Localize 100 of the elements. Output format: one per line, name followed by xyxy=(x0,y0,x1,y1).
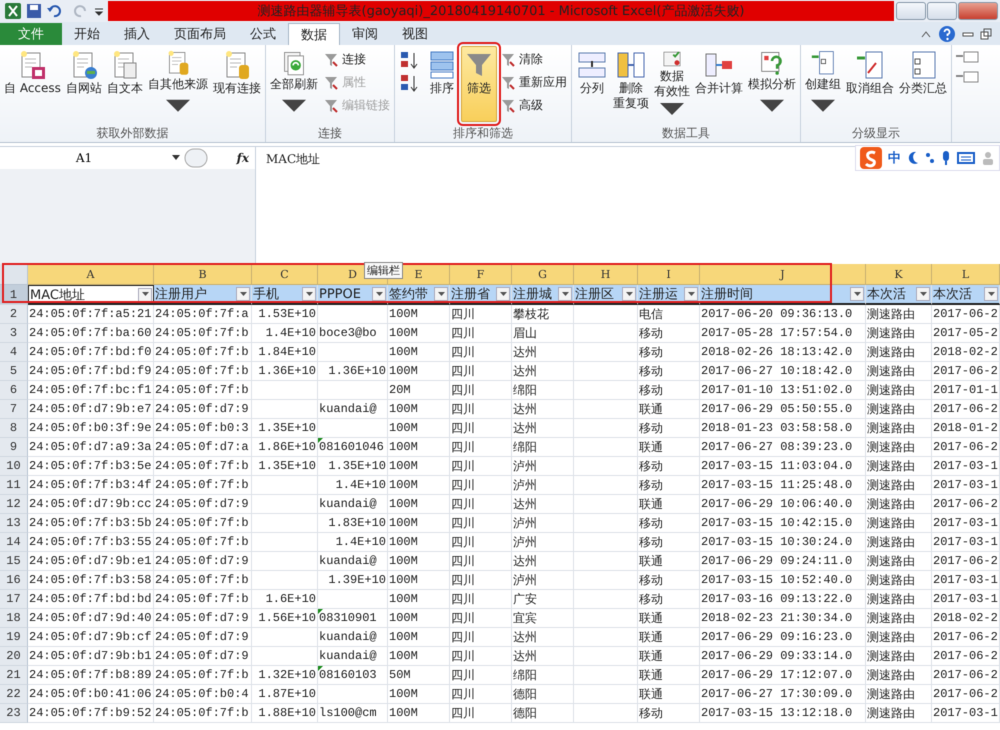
minimize-button[interactable] xyxy=(896,2,926,20)
row-header[interactable]: 11 xyxy=(0,476,28,495)
column-header[interactable]: C xyxy=(252,264,318,285)
header-cell[interactable]: PPPOE xyxy=(318,285,388,305)
divider-handle-icon[interactable] xyxy=(184,148,208,168)
table-cell: 2017-06-2 xyxy=(932,362,1000,381)
column-header[interactable]: J xyxy=(700,264,866,285)
ribbon-button[interactable]: 排序 xyxy=(424,46,460,122)
column-header[interactable]: B xyxy=(154,264,252,285)
collapse-ribbon-icon[interactable] xyxy=(920,29,932,39)
ribbon-button[interactable]: 现有连接 xyxy=(210,46,263,122)
ribbon-button[interactable]: 重新应用 xyxy=(498,72,569,93)
ribbon-button[interactable]: 连接 xyxy=(320,49,392,70)
ribbon-button[interactable]: 自网站 xyxy=(64,46,104,122)
ribbon-button[interactable]: 数据 有效性 xyxy=(652,46,692,122)
row-header[interactable]: 21 xyxy=(0,666,28,685)
header-cell[interactable]: 注册区 xyxy=(574,285,638,305)
row-header[interactable]: 19 xyxy=(0,628,28,647)
row-header[interactable]: 18 xyxy=(0,609,28,628)
column-header[interactable]: K xyxy=(866,264,932,285)
save-icon[interactable] xyxy=(26,3,42,19)
ribbon-button[interactable]: 删除 重复项 xyxy=(610,46,651,122)
row-header[interactable]: 9 xyxy=(0,438,28,457)
filter-dropdown[interactable] xyxy=(138,288,152,302)
ribbon-tab[interactable]: 数据 xyxy=(288,23,340,45)
row-header[interactable]: 4 xyxy=(0,343,28,362)
row-header[interactable]: 3 xyxy=(0,324,28,343)
keyboard-icon[interactable] xyxy=(957,152,975,164)
ime-mode[interactable]: 中 xyxy=(888,149,901,167)
header-cell[interactable]: 注册时间 xyxy=(700,285,866,305)
row-header[interactable]: 6 xyxy=(0,381,28,400)
filter-dropdown[interactable] xyxy=(850,287,864,301)
header-cell[interactable]: 签约带 xyxy=(388,285,450,305)
ribbon-tab[interactable]: 开始 xyxy=(62,23,112,45)
ribbon-tab[interactable]: 审阅 xyxy=(340,23,390,45)
ribbon-tab[interactable]: 公式 xyxy=(238,23,288,45)
row-header[interactable]: 8 xyxy=(0,419,28,438)
filter-dropdown[interactable] xyxy=(684,287,698,301)
column-header[interactable]: G xyxy=(512,264,574,285)
ribbon-button[interactable]: 分类汇总 xyxy=(896,46,949,99)
ribbon-button[interactable]: 合并计算 xyxy=(692,46,745,122)
header-cell[interactable]: 本次活 xyxy=(866,285,932,305)
ribbon-button[interactable]: 自其他来源 xyxy=(146,46,210,122)
ribbon-button[interactable]: 高级 xyxy=(498,95,569,116)
column-header[interactable]: I xyxy=(638,264,700,285)
filter-dropdown[interactable] xyxy=(916,287,930,301)
insert-function-button[interactable]: fx xyxy=(236,151,255,165)
row-header[interactable]: 12 xyxy=(0,495,28,514)
row-header[interactable]: 23 xyxy=(0,704,28,723)
column-header[interactable]: L xyxy=(932,264,1000,285)
column-title: 本次活 xyxy=(933,286,973,303)
row-header[interactable]: 15 xyxy=(0,552,28,571)
ribbon-button[interactable]: 分列 xyxy=(574,46,610,122)
row-header[interactable]: 10 xyxy=(0,457,28,476)
row-header[interactable]: 17 xyxy=(0,590,28,609)
ribbon-tab[interactable]: 视图 xyxy=(390,23,440,45)
restore-icon[interactable] xyxy=(980,28,992,40)
ribbon-button[interactable]: 模拟分析 xyxy=(746,46,798,122)
row-header[interactable]: 5 xyxy=(0,362,28,381)
microphone-icon[interactable] xyxy=(941,150,951,166)
row-header[interactable]: 14 xyxy=(0,533,28,552)
ribbon-button[interactable]: 清除 xyxy=(498,49,569,70)
filter-dropdown[interactable] xyxy=(302,287,316,301)
header-cell[interactable]: 本次活 xyxy=(932,285,1000,305)
header-cell[interactable]: 注册运 xyxy=(638,285,700,305)
column-header[interactable]: A xyxy=(28,264,154,285)
column-header[interactable]: H xyxy=(574,264,638,285)
row-header[interactable]: 20 xyxy=(0,647,28,666)
restore-button[interactable] xyxy=(927,2,957,20)
row-header[interactable]: 2 xyxy=(0,305,28,324)
header-cell[interactable]: 注册省 xyxy=(450,285,512,305)
row-header[interactable]: 7 xyxy=(0,400,28,419)
filter-dropdown[interactable] xyxy=(984,287,998,301)
help-icon[interactable] xyxy=(938,25,956,43)
ribbon-button[interactable]: 创建组 xyxy=(802,46,843,122)
header-cell[interactable]: 注册用户 xyxy=(154,285,252,305)
row-header[interactable]: 13 xyxy=(0,514,28,533)
ribbon-tab[interactable]: 页面布局 xyxy=(162,23,238,45)
filter-dropdown[interactable] xyxy=(622,287,636,301)
ribbon-button[interactable]: 取消组合 xyxy=(844,46,896,99)
dropdown-icon[interactable] xyxy=(172,155,180,161)
header-cell[interactable]: 注册城 xyxy=(512,285,574,305)
ribbon-button[interactable]: 自 Access xyxy=(2,46,63,122)
ribbon-button[interactable]: 自文本 xyxy=(104,46,145,122)
filter-dropdown[interactable] xyxy=(558,287,572,301)
filter-dropdown[interactable] xyxy=(434,287,448,301)
row-header[interactable]: 22 xyxy=(0,685,28,704)
header-cell[interactable]: 手机 xyxy=(252,285,318,305)
ribbon-tab[interactable]: 插入 xyxy=(112,23,162,45)
filter-dropdown[interactable] xyxy=(236,287,250,301)
filter-dropdown[interactable] xyxy=(496,287,510,301)
ribbon-button[interactable]: 全部刷新 xyxy=(268,46,320,122)
header-cell[interactable]: MAC地址 xyxy=(28,285,154,305)
filter-dropdown[interactable] xyxy=(372,287,386,301)
moon-icon[interactable] xyxy=(907,151,919,165)
ribbon-tab[interactable]: 文件 xyxy=(0,23,62,45)
ime-logo-icon[interactable] xyxy=(860,147,882,169)
row-header[interactable]: 16 xyxy=(0,571,28,590)
punctuation-icon[interactable] xyxy=(925,151,935,165)
column-header[interactable]: F xyxy=(450,264,512,285)
